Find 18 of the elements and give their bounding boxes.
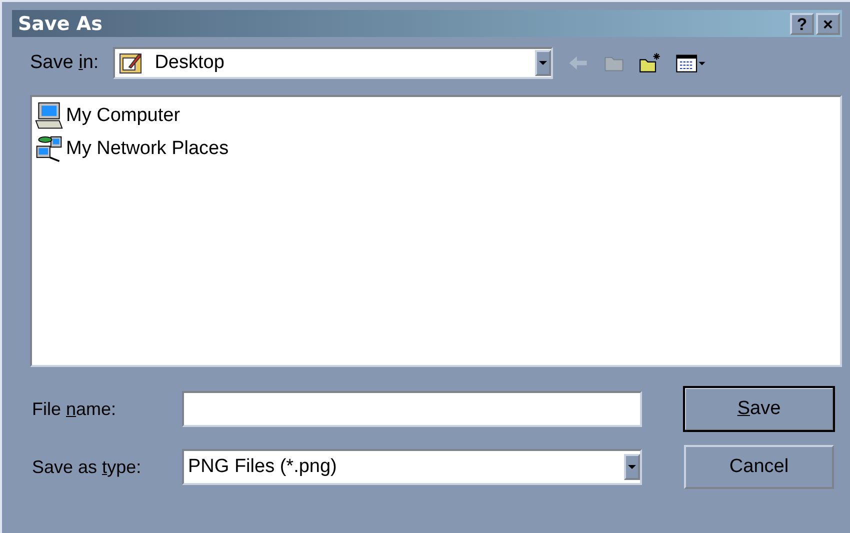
file-name-field[interactable] [182, 391, 642, 427]
help-button[interactable]: ? [790, 12, 814, 34]
window-title: Save As [18, 12, 102, 34]
close-button[interactable]: × [816, 12, 840, 34]
new-folder-icon[interactable] [638, 52, 661, 74]
save-in-dropdown[interactable]: Desktop [112, 47, 553, 79]
cancel-button[interactable]: Cancel [684, 445, 834, 489]
save-as-type-dropdown[interactable]: PNG Files (*.png) [182, 449, 642, 485]
network-icon [34, 134, 64, 164]
view-menu-icon[interactable] [674, 52, 707, 74]
save-button[interactable]: Save [684, 387, 834, 431]
computer-icon [34, 100, 64, 130]
file-item[interactable]: My Computer [34, 99, 838, 132]
file-item[interactable]: My Network Places [34, 132, 838, 165]
file-name-label: File name: [32, 398, 118, 420]
save-in-label: Save in: [30, 52, 99, 74]
desktop-icon [118, 51, 143, 75]
save-as-type-label: Save as type: [32, 456, 142, 478]
